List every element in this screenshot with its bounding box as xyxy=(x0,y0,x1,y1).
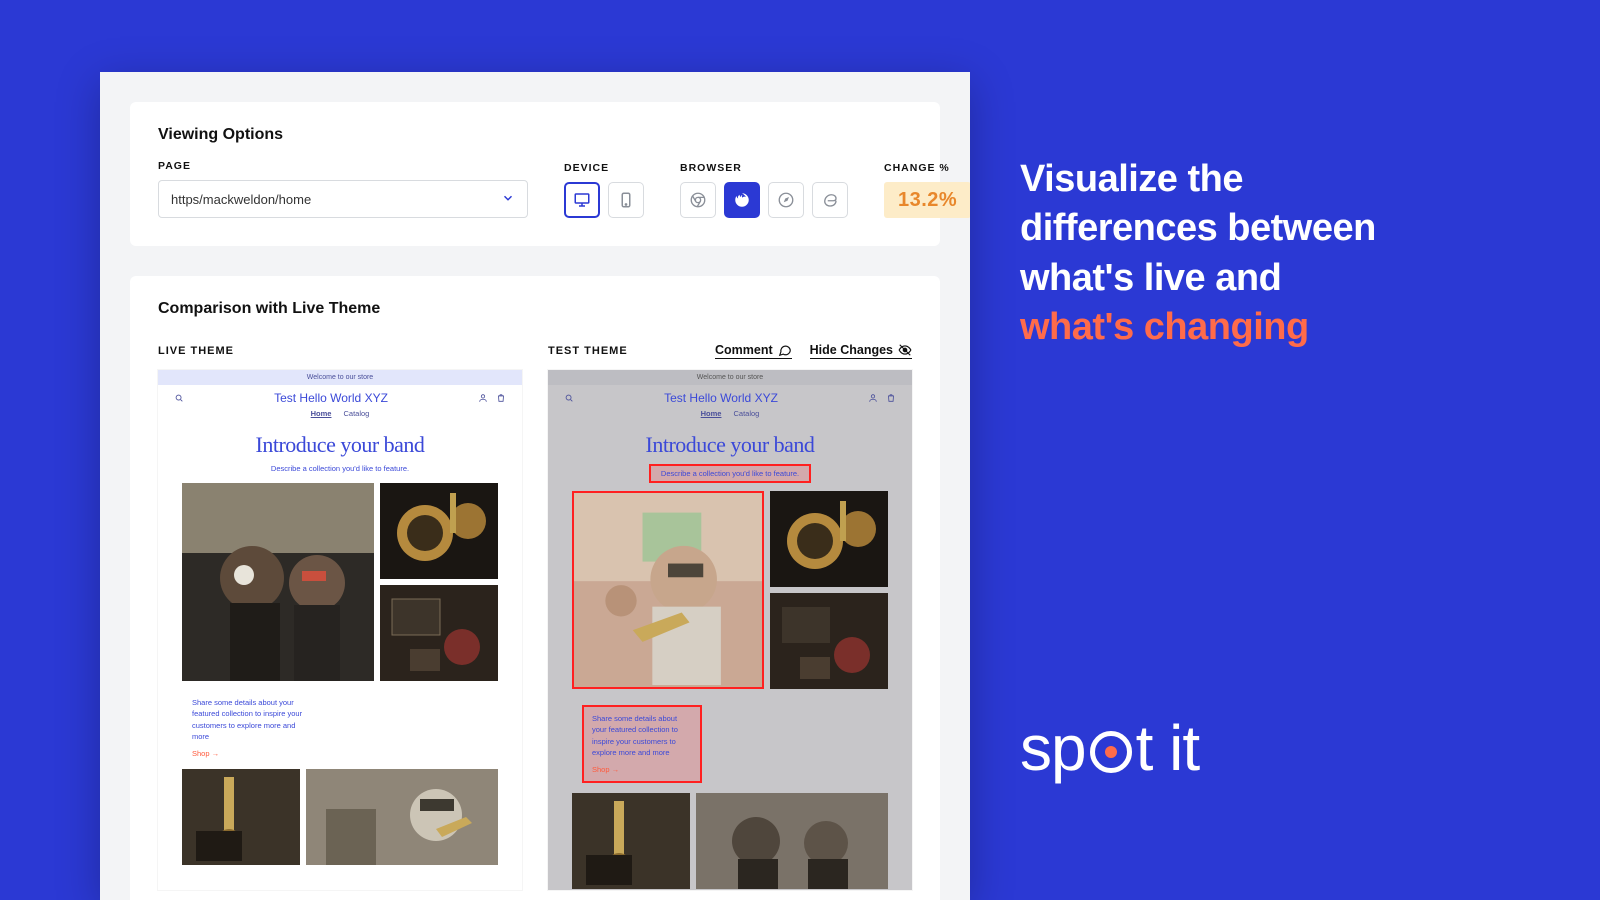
safari-icon xyxy=(777,191,795,209)
bag-icon xyxy=(886,393,896,403)
shop-link: Shop → xyxy=(192,748,312,759)
page-select-value: https/mackweldon/home xyxy=(171,192,311,207)
nav-home: Home xyxy=(311,409,332,418)
browser-safari-button[interactable] xyxy=(768,182,804,218)
headline-line: what's live and xyxy=(1020,254,1450,303)
brand-logo: sp t it xyxy=(1020,711,1199,785)
device-label: DEVICE xyxy=(564,162,644,174)
change-label: CHANGE % xyxy=(884,162,970,174)
collection-details-diff: Share some details about your featured c… xyxy=(582,705,702,783)
announcement-bar: Welcome to our store xyxy=(158,370,522,385)
test-theme-label: TEST THEME xyxy=(548,345,628,357)
logo-o-icon xyxy=(1090,731,1132,773)
store-nav: Home Catalog xyxy=(158,407,522,428)
user-icon xyxy=(478,393,488,403)
logo-post: t it xyxy=(1136,711,1200,785)
user-icon xyxy=(868,393,878,403)
hide-changes-button[interactable]: Hide Changes xyxy=(810,343,912,359)
viewing-options-card: Viewing Options PAGE https/mackweldon/ho… xyxy=(130,102,940,246)
comparison-card: Comparison with Live Theme LIVE THEME We… xyxy=(130,276,940,900)
bag-icon xyxy=(496,393,506,403)
header-icons xyxy=(478,393,506,403)
header-icons xyxy=(868,393,896,403)
store-brand: Test Hello World XYZ xyxy=(274,391,388,405)
edge-icon xyxy=(821,191,839,209)
collection-details: Share some details about your featured c… xyxy=(192,697,312,759)
test-theme-column: TEST THEME Comment Hide Changes Welcome xyxy=(548,342,912,890)
gallery-image xyxy=(770,491,888,587)
page-label: PAGE xyxy=(158,160,528,172)
gallery-image xyxy=(182,483,374,681)
eye-off-icon xyxy=(898,343,912,357)
live-theme-column: LIVE THEME Welcome to our store Test Hel… xyxy=(158,342,522,890)
browser-label: BROWSER xyxy=(680,162,848,174)
viewing-options-title: Viewing Options xyxy=(158,126,912,144)
chevron-down-icon xyxy=(501,191,515,208)
gallery-image-diff xyxy=(572,491,764,689)
store-brand: Test Hello World XYZ xyxy=(664,391,778,405)
gallery-image xyxy=(306,769,498,865)
gallery-image xyxy=(380,483,498,579)
nav-catalog: Catalog xyxy=(343,409,369,418)
headline-accent: what's changing xyxy=(1020,303,1450,352)
gallery-image xyxy=(380,585,498,681)
search-icon xyxy=(174,393,184,403)
hero-subtitle-diff: Describe a collection you'd like to feat… xyxy=(649,464,811,483)
search-icon xyxy=(564,393,574,403)
comment-button[interactable]: Comment xyxy=(715,343,792,359)
nav-catalog: Catalog xyxy=(733,409,759,418)
hero-heading: Introduce your band xyxy=(548,428,912,464)
desktop-icon xyxy=(573,191,591,209)
comment-icon xyxy=(778,343,792,357)
gallery-image xyxy=(770,593,888,689)
device-mobile-button[interactable] xyxy=(608,182,644,218)
hero-subtitle: Describe a collection you'd like to feat… xyxy=(158,464,522,483)
gallery-image xyxy=(182,769,300,865)
change-percent-badge: 13.2% xyxy=(884,182,970,218)
live-theme-label: LIVE THEME xyxy=(158,345,234,357)
store-nav: Home Catalog xyxy=(548,407,912,428)
gallery-image xyxy=(696,793,888,889)
gallery-image xyxy=(572,793,690,889)
announcement-bar: Welcome to our store xyxy=(548,370,912,385)
comparison-title: Comparison with Live Theme xyxy=(158,300,912,318)
browser-firefox-button[interactable] xyxy=(724,182,760,218)
firefox-icon xyxy=(733,191,751,209)
mobile-icon xyxy=(617,191,635,209)
nav-home: Home xyxy=(701,409,722,418)
test-theme-preview: Welcome to our store Test Hello World XY… xyxy=(548,370,912,890)
chrome-icon xyxy=(689,191,707,209)
live-theme-preview: Welcome to our store Test Hello World XY… xyxy=(158,370,522,890)
hero-heading: Introduce your band xyxy=(158,428,522,464)
logo-pre: sp xyxy=(1020,711,1086,785)
headline-line: differences between xyxy=(1020,204,1450,253)
headline-line: Visualize the xyxy=(1020,155,1450,204)
app-panel: Viewing Options PAGE https/mackweldon/ho… xyxy=(100,72,970,900)
marketing-headline: Visualize the differences between what's… xyxy=(1020,155,1450,353)
browser-edge-button[interactable] xyxy=(812,182,848,218)
page-select[interactable]: https/mackweldon/home xyxy=(158,180,528,218)
shop-link: Shop → xyxy=(592,764,692,775)
device-desktop-button[interactable] xyxy=(564,182,600,218)
browser-chrome-button[interactable] xyxy=(680,182,716,218)
